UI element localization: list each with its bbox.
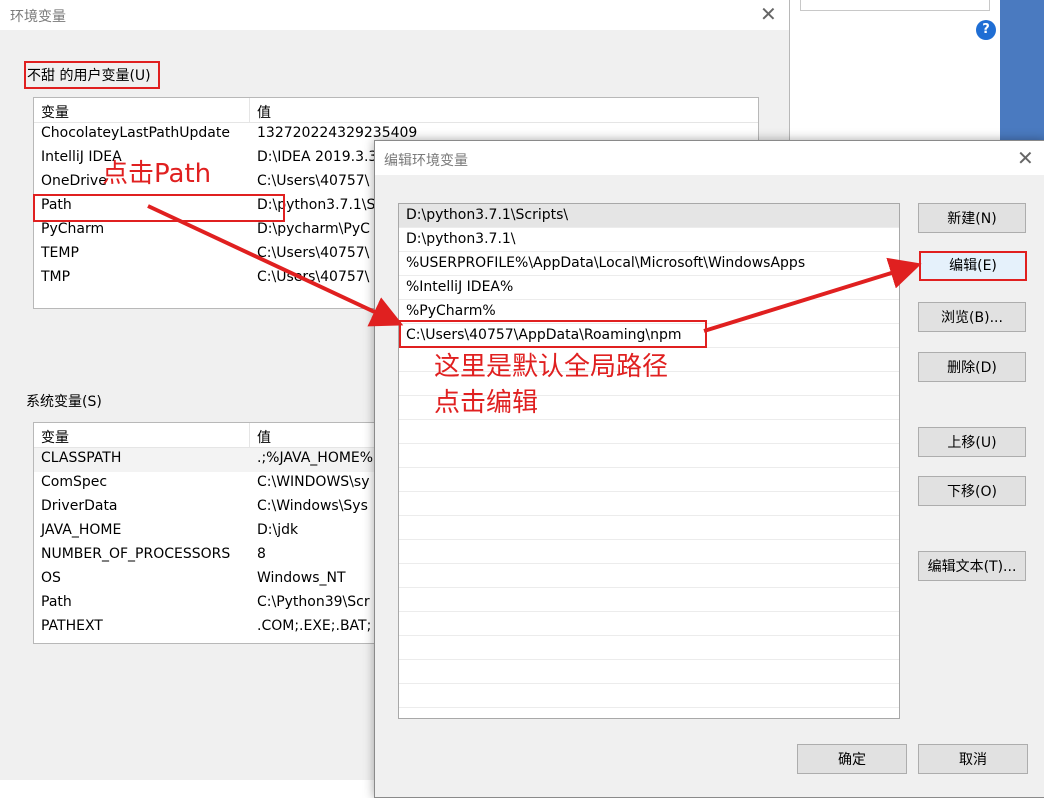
path-entry[interactable]: %USERPROFILE%\AppData\Local\Microsoft\Wi… bbox=[399, 252, 899, 276]
edit-dialog-close-icon[interactable]: ✕ bbox=[1017, 148, 1034, 168]
var-name-cell: JAVA_HOME bbox=[41, 522, 122, 538]
var-name-cell: Path bbox=[41, 594, 72, 610]
empty-path-row[interactable] bbox=[399, 516, 899, 540]
empty-path-row[interactable] bbox=[399, 444, 899, 468]
empty-path-row[interactable] bbox=[399, 564, 899, 588]
var-value-cell: D:\jdk bbox=[257, 522, 299, 538]
var-value-cell: C:\Python39\Scr bbox=[257, 594, 370, 610]
var-name-cell: TMP bbox=[41, 269, 71, 285]
click-edit-annotation: 点击编辑 bbox=[434, 388, 539, 418]
move-down-button[interactable]: 下移(O) bbox=[918, 476, 1026, 506]
var-value-cell: 8 bbox=[257, 546, 266, 562]
path-entry[interactable]: D:\python3.7.1\Scripts\ bbox=[399, 204, 899, 228]
env-dialog-close-icon[interactable]: ✕ bbox=[760, 4, 777, 24]
user-vars-header: 变量 值 bbox=[34, 98, 758, 123]
edit-button[interactable]: 编辑(E) bbox=[919, 251, 1027, 281]
empty-path-row[interactable] bbox=[399, 540, 899, 564]
help-icon[interactable]: ? bbox=[976, 20, 996, 40]
path-entries-list[interactable]: D:\python3.7.1\Scripts\ D:\python3.7.1\ %U… bbox=[398, 203, 900, 719]
var-name-cell: NUMBER_OF_PROCESSORS bbox=[41, 546, 231, 562]
empty-path-row[interactable] bbox=[399, 492, 899, 516]
var-value-cell: D:\pycharm\PyC bbox=[257, 221, 370, 237]
empty-path-row[interactable] bbox=[399, 660, 899, 684]
var-name-cell: PyCharm bbox=[41, 221, 105, 237]
path-row-highlight bbox=[33, 194, 285, 222]
col-var-header[interactable]: 变量 bbox=[41, 427, 69, 447]
browse-button[interactable]: 浏览(B)... bbox=[918, 302, 1026, 332]
empty-path-row[interactable] bbox=[399, 588, 899, 612]
var-value-cell: C:\WINDOWS\sy bbox=[257, 474, 370, 490]
var-value-cell: 132720224329235409 bbox=[257, 125, 418, 141]
click-path-annotation: 点击Path bbox=[102, 159, 212, 189]
var-name-cell: OS bbox=[41, 570, 61, 586]
user-label-highlight bbox=[24, 61, 160, 89]
system-vars-group-label: 系统变量(S) bbox=[26, 394, 102, 410]
var-name-cell: OneDrive bbox=[41, 173, 107, 189]
path-entry[interactable]: %IntelliJ IDEA% bbox=[399, 276, 899, 300]
background-search-box bbox=[800, 0, 990, 11]
edit-dialog-title: 编辑环境变量 bbox=[384, 153, 468, 169]
var-value-cell: C:\Users\40757\ bbox=[257, 245, 370, 261]
var-name-cell: DriverData bbox=[41, 498, 118, 514]
env-dialog-titlebar: 环境变量 ✕ bbox=[0, 0, 789, 30]
var-value-cell: Windows_NT bbox=[257, 570, 346, 586]
var-value-cell: .COM;.EXE;.BAT; bbox=[257, 618, 372, 634]
var-value-cell: C:\Users\40757\ bbox=[257, 173, 370, 189]
default-path-annotation: 这里是默认全局路径 bbox=[434, 352, 669, 382]
var-value-cell: C:\Users\40757\ bbox=[257, 269, 370, 285]
var-name-cell: PATHEXT bbox=[41, 618, 103, 634]
col-var-header[interactable]: 变量 bbox=[41, 102, 69, 122]
col-val-header[interactable]: 值 bbox=[257, 102, 271, 122]
var-name-cell: ChocolateyLastPathUpdate bbox=[41, 125, 230, 141]
npm-path-highlight bbox=[399, 320, 707, 348]
col-val-header[interactable]: 值 bbox=[257, 427, 271, 447]
empty-path-row[interactable] bbox=[399, 684, 899, 708]
env-dialog-title: 环境变量 bbox=[10, 9, 66, 25]
empty-path-row[interactable] bbox=[399, 420, 899, 444]
cancel-button[interactable]: 取消 bbox=[918, 744, 1028, 774]
ok-button[interactable]: 确定 bbox=[797, 744, 907, 774]
empty-path-row[interactable] bbox=[399, 612, 899, 636]
empty-path-row[interactable] bbox=[399, 708, 899, 718]
var-value-cell: D:\IDEA 2019.3.3 bbox=[257, 149, 378, 165]
new-button[interactable]: 新建(N) bbox=[918, 203, 1026, 233]
var-value-cell: .;%JAVA_HOME% bbox=[257, 450, 374, 466]
delete-button[interactable]: 删除(D) bbox=[918, 352, 1026, 382]
empty-path-row[interactable] bbox=[399, 636, 899, 660]
edit-dialog-titlebar: 编辑环境变量 ✕ bbox=[375, 141, 1044, 175]
edit-text-button[interactable]: 编辑文本(T)... bbox=[918, 551, 1026, 581]
move-up-button[interactable]: 上移(U) bbox=[918, 427, 1026, 457]
var-name-cell: ComSpec bbox=[41, 474, 108, 490]
empty-path-row[interactable] bbox=[399, 468, 899, 492]
var-name-cell: TEMP bbox=[41, 245, 79, 261]
edit-env-var-dialog: 编辑环境变量 ✕ D:\python3.7.1\Scripts\ D:\pytho… bbox=[374, 140, 1044, 798]
var-value-cell: C:\Windows\Sys bbox=[257, 498, 368, 514]
var-name-cell: CLASSPATH bbox=[41, 450, 122, 466]
path-entry[interactable]: D:\python3.7.1\ bbox=[399, 228, 899, 252]
